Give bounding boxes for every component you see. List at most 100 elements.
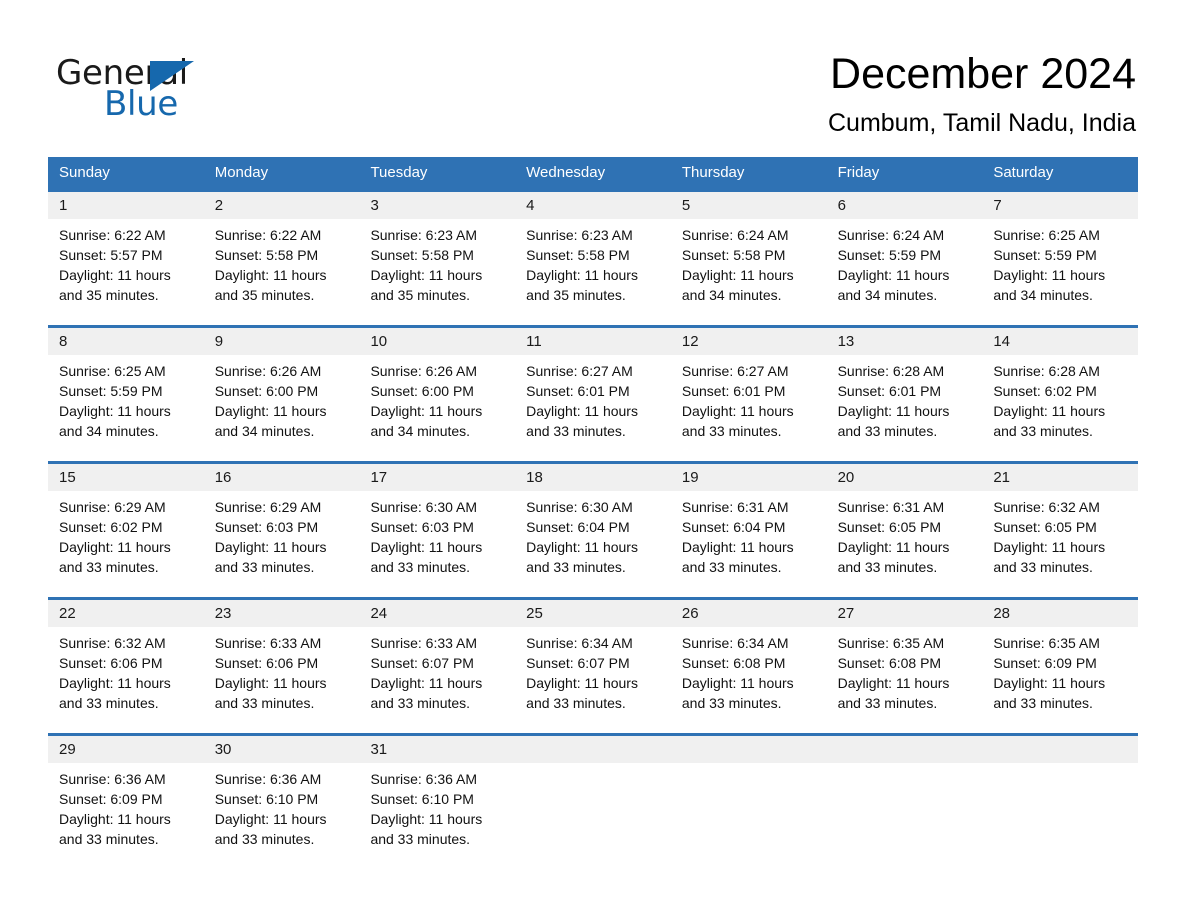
- location-subtitle: Cumbum, Tamil Nadu, India: [827, 109, 1136, 137]
- day-number[interactable]: 26: [671, 600, 827, 627]
- sunrise-text: Sunrise: 6:28 AM: [993, 363, 1100, 379]
- day-number[interactable]: 15: [48, 464, 204, 491]
- general-blue-logo[interactable]: General Blue: [56, 54, 276, 124]
- day-number[interactable]: 18: [515, 464, 671, 491]
- weekday-header-row: Sunday Monday Tuesday Wednesday Thursday…: [48, 157, 1138, 189]
- daylight-text-line1: Daylight: 11 hours: [59, 675, 171, 691]
- day-number[interactable]: 27: [827, 600, 983, 627]
- day-number[interactable]: 31: [359, 736, 515, 763]
- day-cell[interactable]: Sunrise: 6:36 AM Sunset: 6:09 PM Dayligh…: [48, 763, 204, 855]
- day-cell[interactable]: Sunrise: 6:25 AM Sunset: 5:59 PM Dayligh…: [982, 219, 1138, 311]
- sunrise-text: Sunrise: 6:31 AM: [681, 499, 789, 515]
- day-cell[interactable]: Sunrise: 6:24 AM Sunset: 5:59 PM Dayligh…: [827, 219, 983, 311]
- sunset-text: Sunset: 5:58 PM: [214, 247, 319, 263]
- sunset-text: Sunset: 6:09 PM: [993, 655, 1097, 671]
- day-cell[interactable]: Sunrise: 6:29 AM Sunset: 6:03 PM Dayligh…: [204, 491, 360, 583]
- day-number[interactable]: 1: [48, 192, 204, 219]
- day-cell[interactable]: Sunrise: 6:32 AM Sunset: 6:05 PM Dayligh…: [982, 491, 1138, 583]
- day-number[interactable]: 23: [204, 600, 360, 627]
- day-cell[interactable]: Sunrise: 6:22 AM Sunset: 5:58 PM Dayligh…: [204, 219, 360, 311]
- day-cell[interactable]: Sunrise: 6:23 AM Sunset: 5:58 PM Dayligh…: [515, 219, 671, 311]
- day-cell[interactable]: Sunrise: 6:28 AM Sunset: 6:01 PM Dayligh…: [827, 355, 983, 447]
- daylight-text-line1: Daylight: 11 hours: [214, 267, 327, 283]
- day-number[interactable]: 6: [827, 192, 983, 219]
- day-number[interactable]: 30: [204, 736, 360, 763]
- day-number[interactable]: 22: [48, 600, 204, 627]
- day-cell[interactable]: Sunrise: 6:30 AM Sunset: 6:03 PM Dayligh…: [359, 491, 515, 583]
- weekday-header-friday: Friday: [837, 164, 880, 181]
- daylight-text-line2: and 34 minutes.: [993, 287, 1093, 303]
- sunrise-text: Sunrise: 6:24 AM: [681, 227, 789, 243]
- sunset-text: Sunset: 6:02 PM: [59, 519, 163, 535]
- sunrise-text: Sunrise: 6:29 AM: [59, 499, 166, 515]
- daylight-text-line2: and 34 minutes.: [837, 287, 938, 303]
- sunset-text: Sunset: 6:08 PM: [681, 655, 786, 671]
- daylight-text-line2: and 34 minutes.: [59, 423, 159, 439]
- day-number[interactable]: 12: [671, 328, 827, 355]
- sunset-text: Sunset: 6:10 PM: [370, 791, 474, 807]
- daylight-text-line2: and 33 minutes.: [59, 559, 159, 575]
- day-cell[interactable]: Sunrise: 6:26 AM Sunset: 6:00 PM Dayligh…: [359, 355, 515, 447]
- day-number[interactable]: 21: [982, 464, 1138, 491]
- day-cell[interactable]: Sunrise: 6:24 AM Sunset: 5:58 PM Dayligh…: [671, 219, 827, 311]
- day-cell[interactable]: Sunrise: 6:28 AM Sunset: 6:02 PM Dayligh…: [982, 355, 1138, 447]
- sunset-text: Sunset: 6:03 PM: [370, 519, 474, 535]
- day-number[interactable]: 17: [359, 464, 515, 491]
- calendar-week-row: 29 30 31 Sunrise: 6:36 AM Sunset: 6:09 P…: [48, 733, 1138, 855]
- date-number-band: 15 16 17 18 19 20 21: [48, 464, 1138, 491]
- sunrise-text: Sunrise: 6:33 AM: [214, 635, 322, 651]
- day-cell[interactable]: Sunrise: 6:31 AM Sunset: 6:05 PM Dayligh…: [827, 491, 983, 583]
- title-block: December 2024 Cumbum, Tamil Nadu, India: [828, 48, 1136, 138]
- day-number[interactable]: 16: [204, 464, 360, 491]
- day-cell[interactable]: Sunrise: 6:31 AM Sunset: 6:04 PM Dayligh…: [671, 491, 827, 583]
- daylight-text-line1: Daylight: 11 hours: [681, 539, 794, 555]
- date-number-band: 8 9 10 11 12 13 14: [48, 328, 1138, 355]
- sunset-text: Sunset: 6:07 PM: [370, 655, 474, 671]
- day-number[interactable]: 20: [827, 464, 983, 491]
- day-cell[interactable]: Sunrise: 6:22 AM Sunset: 5:57 PM Dayligh…: [48, 219, 204, 311]
- day-cell[interactable]: Sunrise: 6:27 AM Sunset: 6:01 PM Dayligh…: [671, 355, 827, 447]
- daylight-text-line2: and 33 minutes.: [370, 831, 471, 847]
- day-cell[interactable]: Sunrise: 6:34 AM Sunset: 6:07 PM Dayligh…: [515, 627, 671, 719]
- day-number[interactable]: 2: [204, 192, 360, 219]
- daylight-text-line2: and 33 minutes.: [837, 695, 938, 711]
- day-number[interactable]: 3: [359, 192, 515, 219]
- day-number[interactable]: 5: [671, 192, 827, 219]
- day-number[interactable]: 24: [359, 600, 515, 627]
- sunset-text: Sunset: 6:04 PM: [681, 519, 786, 535]
- sunset-text: Sunset: 6:10 PM: [214, 791, 319, 807]
- day-cell[interactable]: Sunrise: 6:35 AM Sunset: 6:09 PM Dayligh…: [982, 627, 1138, 719]
- day-number[interactable]: 29: [48, 736, 204, 763]
- day-number[interactable]: 9: [204, 328, 360, 355]
- day-number[interactable]: 4: [515, 192, 671, 219]
- sunset-text: Sunset: 6:02 PM: [993, 383, 1097, 399]
- day-number[interactable]: 8: [48, 328, 204, 355]
- day-cell[interactable]: Sunrise: 6:29 AM Sunset: 6:02 PM Dayligh…: [48, 491, 204, 583]
- day-cell[interactable]: Sunrise: 6:23 AM Sunset: 5:58 PM Dayligh…: [359, 219, 515, 311]
- sunrise-text: Sunrise: 6:23 AM: [370, 227, 478, 243]
- day-cell[interactable]: Sunrise: 6:35 AM Sunset: 6:08 PM Dayligh…: [827, 627, 983, 719]
- daylight-text-line2: and 33 minutes.: [59, 695, 159, 711]
- day-cell[interactable]: Sunrise: 6:36 AM Sunset: 6:10 PM Dayligh…: [204, 763, 360, 855]
- day-cell[interactable]: Sunrise: 6:25 AM Sunset: 5:59 PM Dayligh…: [48, 355, 204, 447]
- day-cell[interactable]: Sunrise: 6:32 AM Sunset: 6:06 PM Dayligh…: [48, 627, 204, 719]
- day-number[interactable]: 14: [982, 328, 1138, 355]
- daylight-text-line1: Daylight: 11 hours: [526, 403, 638, 419]
- day-number[interactable]: 28: [982, 600, 1138, 627]
- sunrise-text: Sunrise: 6:36 AM: [59, 771, 166, 787]
- day-number[interactable]: 13: [827, 328, 983, 355]
- day-cell[interactable]: Sunrise: 6:33 AM Sunset: 6:07 PM Dayligh…: [359, 627, 515, 719]
- day-number[interactable]: 19: [671, 464, 827, 491]
- day-number[interactable]: 11: [515, 328, 671, 355]
- day-number[interactable]: 25: [515, 600, 671, 627]
- day-cell[interactable]: Sunrise: 6:33 AM Sunset: 6:06 PM Dayligh…: [204, 627, 360, 719]
- day-number[interactable]: 7: [982, 192, 1138, 219]
- daylight-text-line2: and 35 minutes.: [526, 287, 626, 303]
- day-cell[interactable]: Sunrise: 6:34 AM Sunset: 6:08 PM Dayligh…: [671, 627, 827, 719]
- day-cell[interactable]: Sunrise: 6:27 AM Sunset: 6:01 PM Dayligh…: [515, 355, 671, 447]
- day-cell[interactable]: Sunrise: 6:36 AM Sunset: 6:10 PM Dayligh…: [359, 763, 515, 855]
- day-cell[interactable]: Sunrise: 6:26 AM Sunset: 6:00 PM Dayligh…: [204, 355, 360, 447]
- daylight-text-line1: Daylight: 11 hours: [526, 675, 638, 691]
- day-cell[interactable]: Sunrise: 6:30 AM Sunset: 6:04 PM Dayligh…: [515, 491, 671, 583]
- day-number[interactable]: 10: [359, 328, 515, 355]
